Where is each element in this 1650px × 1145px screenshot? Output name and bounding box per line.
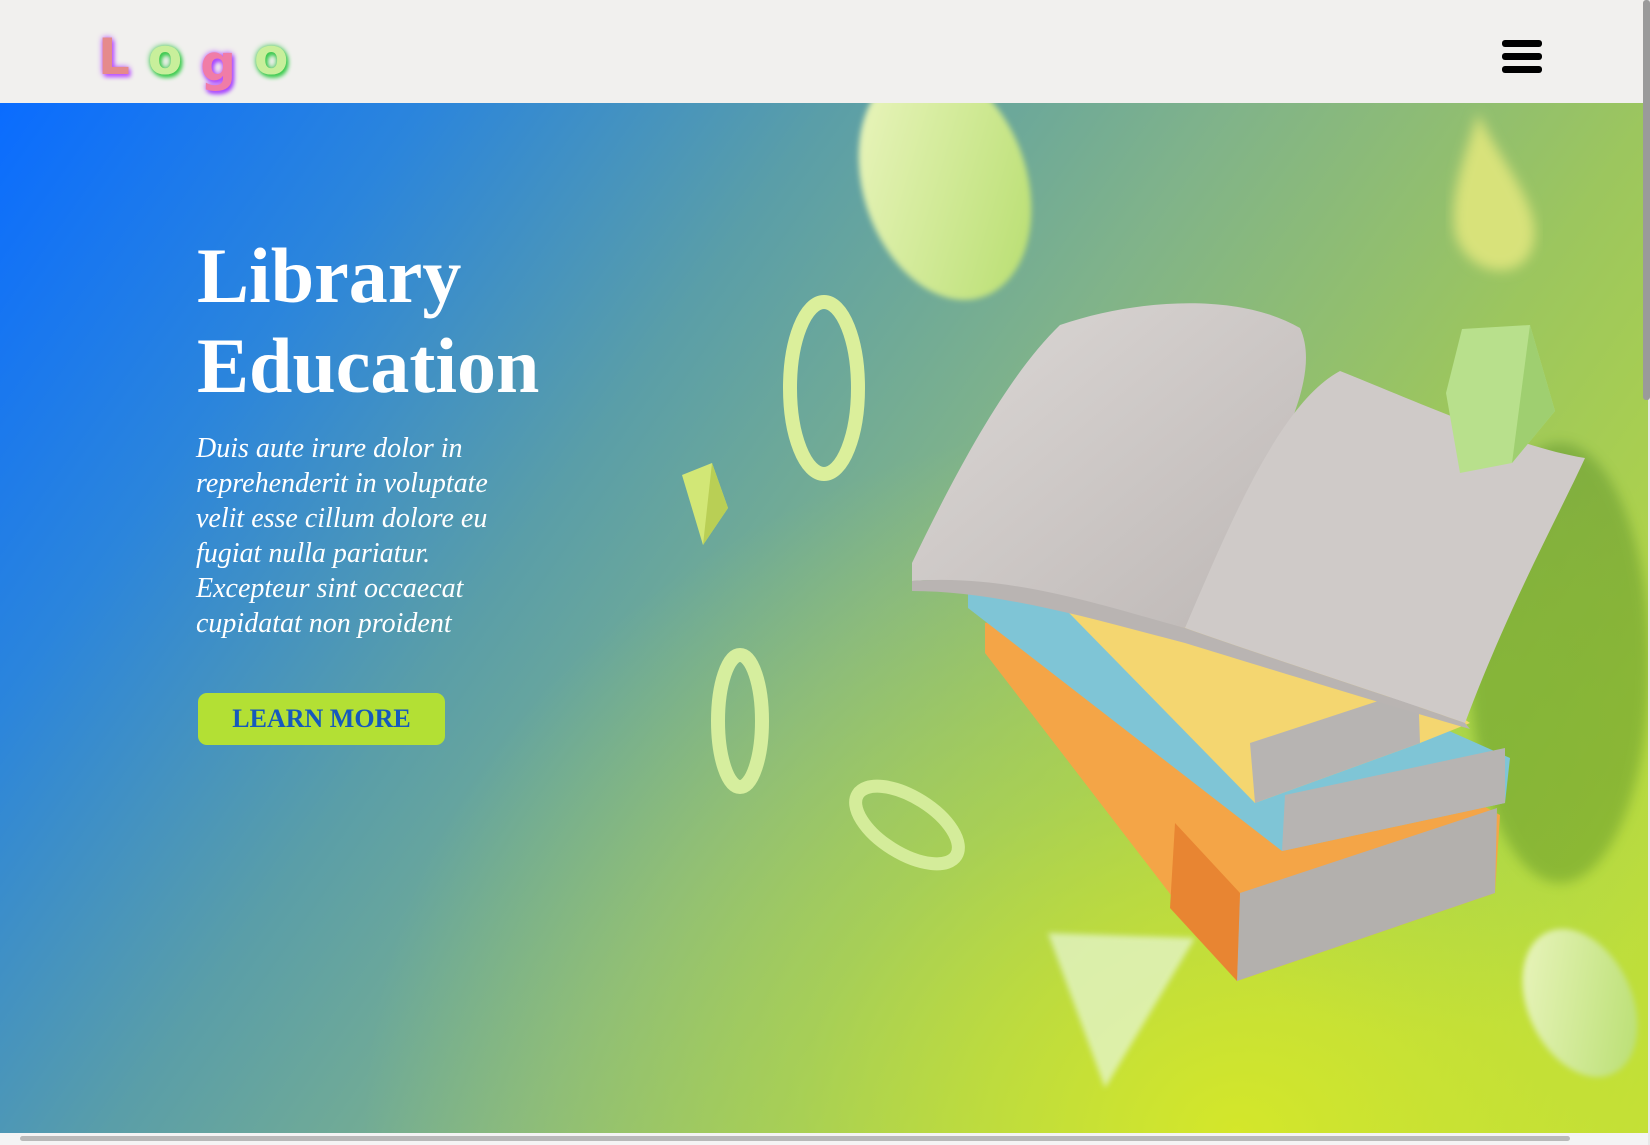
book-stack [912, 303, 1585, 981]
menu-bar [1502, 66, 1542, 73]
floating-drop [1453, 113, 1535, 271]
floating-ring [849, 779, 965, 871]
hero-section: Library Education Duis aute irure dolor i… [0, 103, 1648, 1133]
floating-triangle [1048, 933, 1195, 1088]
logo-letter: g [200, 34, 255, 92]
learn-more-button[interactable]: LEARN MORE [198, 693, 445, 745]
page: Logo Library Education Duis aute irure d… [0, 0, 1650, 1145]
site-header: Logo [0, 0, 1648, 103]
hero-description: Duis aute irure dolor in reprehenderit i… [196, 433, 488, 639]
hero-title-line2: Education [197, 322, 540, 409]
floating-ring [783, 295, 865, 481]
hero-title-line1: Library [197, 232, 462, 319]
logo-letter: o [254, 28, 307, 86]
hamburger-menu-icon[interactable] [1502, 38, 1544, 76]
menu-bar [1502, 53, 1542, 60]
logo-letter: o [147, 28, 201, 86]
floating-disc-top [858, 103, 1032, 300]
logo[interactable]: Logo [98, 22, 306, 92]
horizontal-scrollbar[interactable] [20, 1136, 1570, 1141]
menu-bar [1502, 40, 1542, 47]
hero-title: Library Education [197, 231, 717, 411]
vertical-scrollbar[interactable] [1643, 0, 1650, 400]
floating-ring [711, 648, 769, 794]
logo-letter: L [98, 28, 148, 86]
